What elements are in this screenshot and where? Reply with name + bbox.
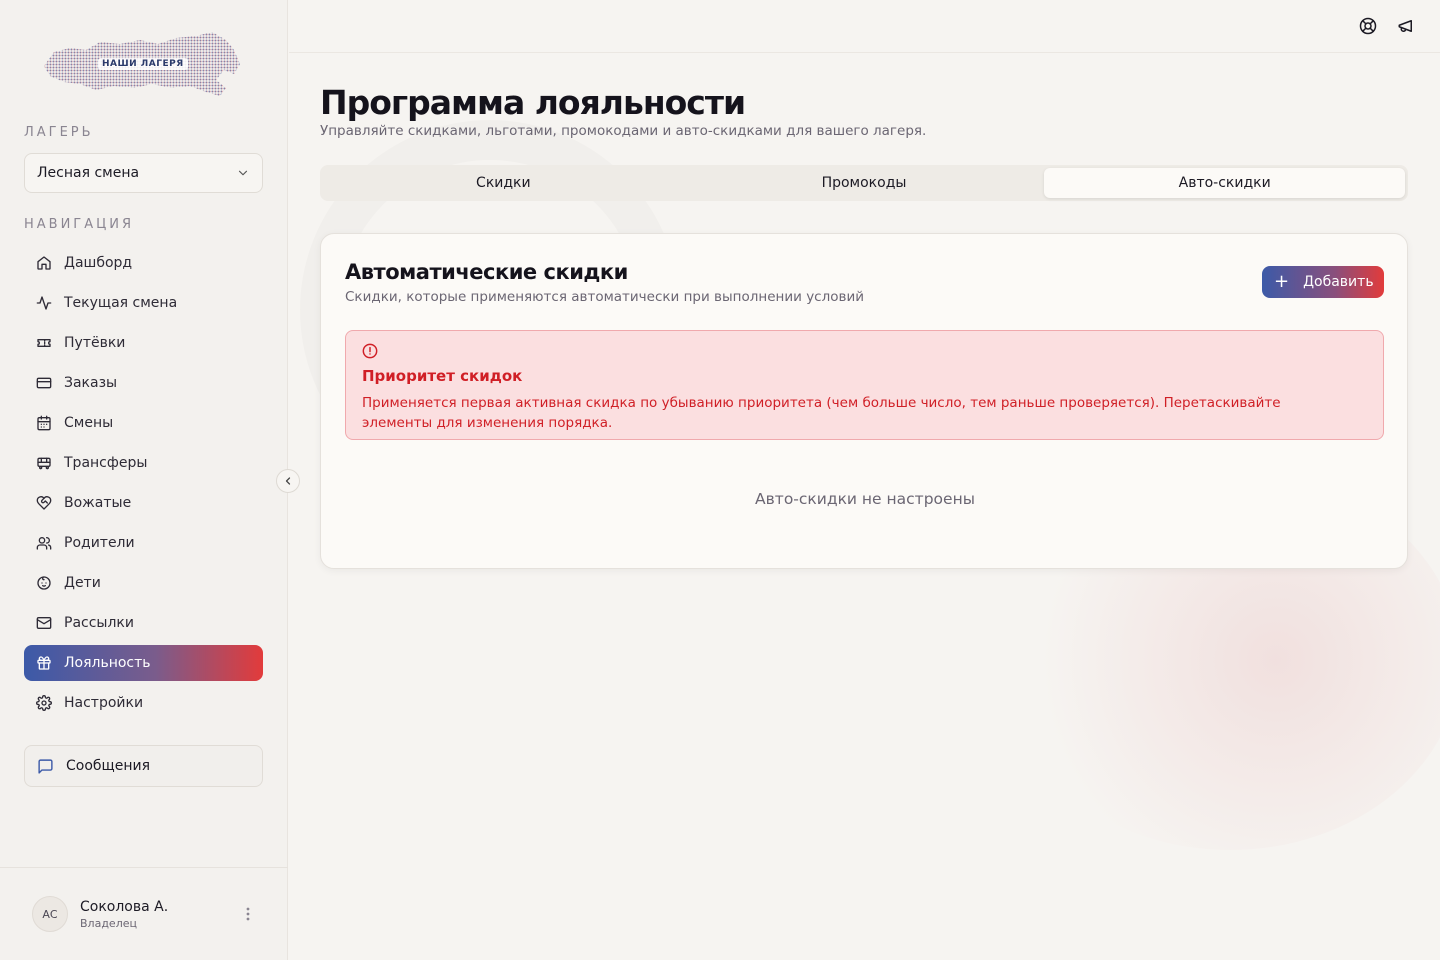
sidebar-item-label: Смены	[64, 415, 114, 431]
tab-discounts[interactable]: Скидки	[323, 168, 684, 198]
camp-select-value: Лесная смена	[37, 165, 140, 181]
alert-text: Применяется первая активная скидка по уб…	[362, 395, 1281, 431]
sidebar-item-label: Дашборд	[64, 255, 133, 271]
alert-title: Приоритет скидок	[362, 367, 523, 385]
card-subtitle: Скидки, которые применяются автоматическ…	[345, 289, 864, 305]
home-icon	[37, 256, 51, 270]
alert-circle-icon	[362, 343, 378, 359]
calendar-icon	[37, 415, 51, 431]
nav-section-label: НАВИГАЦИЯ	[24, 217, 134, 232]
sidebar-item-label: Текущая смена	[64, 295, 178, 311]
sidebar-item-orders[interactable]: Заказы	[24, 365, 263, 401]
priority-alert: Приоритет скидок Применяется первая акти…	[345, 330, 1384, 440]
ticket-icon	[37, 339, 51, 347]
tab-auto-discounts[interactable]: Авто-скидки	[1044, 168, 1406, 198]
add-button-label: Добавить	[1303, 274, 1374, 290]
sidebar-item-parents[interactable]: Родители	[24, 525, 263, 561]
camp-section-label: ЛАГЕРЬ	[24, 125, 94, 140]
sidebar-item-counselors[interactable]: Вожатые	[24, 485, 263, 521]
tab-promocodes[interactable]: Промокоды	[684, 168, 1045, 198]
auto-discounts-card: Автоматические скидки Скидки, которые пр…	[320, 233, 1408, 569]
bus-icon	[37, 457, 51, 470]
page-title: Программа лояльности	[320, 83, 746, 122]
chevron-down-icon	[238, 170, 248, 176]
user-profile[interactable]: АС Соколова А. Владелец	[32, 896, 262, 932]
camp-select[interactable]: Лесная смена	[24, 153, 263, 193]
user-name: Соколова А.	[80, 898, 169, 915]
sidebar-nav: Дашборд Текущая смена Путёвки Заказы Сме…	[24, 245, 263, 725]
sidebar-item-settings[interactable]: Настройки	[24, 685, 263, 721]
activity-icon	[36, 296, 52, 310]
sidebar-item-label: Рассылки	[64, 615, 134, 631]
divider	[0, 867, 288, 868]
empty-state-text: Авто-скидки не настроены	[755, 490, 975, 508]
add-button[interactable]: + Добавить	[1262, 266, 1384, 298]
card-title: Автоматические скидки	[345, 260, 628, 284]
sidebar-item-loyalty[interactable]: Лояльность	[24, 645, 263, 681]
plus-icon: +	[1274, 271, 1290, 292]
sidebar: НАШИ ЛАГЕРЯ ЛАГЕРЬ Лесная смена НАВИГАЦИ…	[0, 0, 288, 960]
sidebar-item-shifts[interactable]: Смены	[24, 405, 263, 441]
page-subtitle: Управляйте скидками, льготами, промокода…	[320, 123, 927, 139]
sidebar-item-dashboard[interactable]: Дашборд	[24, 245, 263, 281]
lifebuoy-icon[interactable]	[1359, 17, 1377, 35]
logo-text: НАШИ ЛАГЕРЯ	[98, 58, 188, 70]
logo[interactable]: НАШИ ЛАГЕРЯ	[40, 30, 246, 102]
chevron-left-icon	[285, 477, 291, 485]
avatar: АС	[32, 896, 68, 932]
sidebar-item-current-shift[interactable]: Текущая смена	[24, 285, 263, 321]
sidebar-item-label: Родители	[64, 535, 135, 551]
sidebar-item-label: Дети	[64, 575, 101, 591]
users-icon	[36, 537, 52, 550]
user-role: Владелец	[80, 916, 137, 930]
sidebar-item-vouchers[interactable]: Путёвки	[24, 325, 263, 361]
top-bar	[289, 0, 1440, 53]
mail-icon	[36, 617, 52, 629]
sidebar-item-children[interactable]: Дети	[24, 565, 263, 601]
sidebar-item-label: Лояльность	[64, 655, 151, 671]
gift-icon	[37, 656, 51, 670]
baby-icon	[37, 576, 51, 590]
messages-button[interactable]: Сообщения	[24, 745, 263, 787]
sidebar-item-transfers[interactable]: Трансферы	[24, 445, 263, 481]
loyalty-tabs: Скидки Промокоды Авто-скидки	[320, 165, 1408, 201]
messages-label: Сообщения	[66, 758, 151, 774]
heart-handshake-icon	[36, 496, 52, 510]
message-square-icon	[38, 758, 53, 774]
sidebar-item-label: Настройки	[64, 695, 144, 711]
sidebar-item-label: Трансферы	[64, 455, 148, 471]
gear-icon	[36, 695, 52, 711]
sidebar-item-mailings[interactable]: Рассылки	[24, 605, 263, 641]
credit-card-icon	[36, 377, 52, 389]
sidebar-item-label: Путёвки	[64, 335, 126, 351]
more-vertical-icon[interactable]	[240, 904, 256, 924]
megaphone-icon[interactable]	[1397, 17, 1415, 35]
sidebar-item-label: Заказы	[64, 375, 118, 391]
collapse-sidebar-button[interactable]	[276, 469, 300, 493]
sidebar-item-label: Вожатые	[64, 495, 132, 511]
